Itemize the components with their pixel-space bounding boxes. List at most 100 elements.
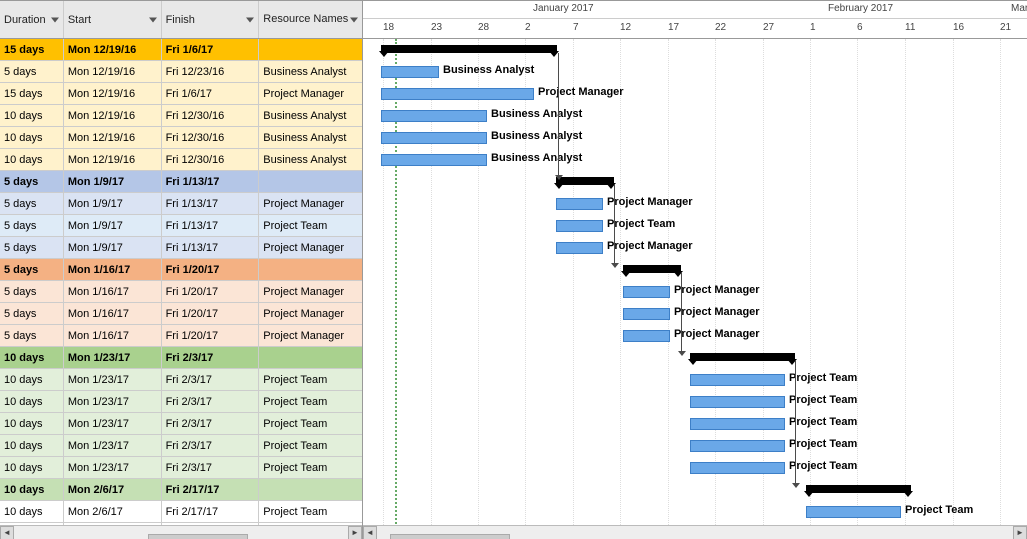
cell-duration[interactable]: 5 days: [0, 281, 64, 302]
cell-duration[interactable]: 10 days: [0, 127, 64, 148]
cell-start[interactable]: Mon 1/23/17: [64, 369, 162, 390]
cell-start[interactable]: Mon 2/6/17: [64, 501, 162, 522]
cell-resource[interactable]: [259, 479, 362, 500]
cell-finish[interactable]: Fri 2/3/17: [162, 457, 260, 478]
col-header-finish[interactable]: Finish: [162, 1, 260, 38]
cell-start[interactable]: Mon 1/23/17: [64, 413, 162, 434]
cell-start[interactable]: Mon 12/19/16: [64, 61, 162, 82]
gantt-task-bar[interactable]: [690, 396, 785, 408]
table-row[interactable]: 5 daysMon 1/9/17Fri 1/13/17Project Team: [0, 215, 362, 237]
table-row[interactable]: 5 daysMon 1/9/17Fri 1/13/17: [0, 171, 362, 193]
cell-finish[interactable]: Fri 2/17/17: [162, 479, 260, 500]
cell-duration[interactable]: 15 days: [0, 83, 64, 104]
col-header-start[interactable]: Start: [64, 1, 162, 38]
cell-finish[interactable]: Fri 1/20/17: [162, 325, 260, 346]
table-row[interactable]: 5 daysMon 1/9/17Fri 1/13/17Project Manag…: [0, 237, 362, 259]
cell-finish[interactable]: Fri 2/17/17: [162, 501, 260, 522]
cell-finish[interactable]: Fri 2/3/17: [162, 347, 260, 368]
gantt-task-bar[interactable]: [556, 220, 603, 232]
cell-finish[interactable]: Fri 1/20/17: [162, 259, 260, 280]
cell-resource[interactable]: Business Analyst: [259, 149, 362, 170]
cell-resource[interactable]: Project Manager: [259, 281, 362, 302]
table-row[interactable]: 15 daysMon 12/19/16Fri 1/6/17: [0, 39, 362, 61]
table-row[interactable]: 10 daysMon 1/23/17Fri 2/3/17Project Team: [0, 457, 362, 479]
cell-resource[interactable]: [259, 39, 362, 60]
cell-duration[interactable]: 10 days: [0, 501, 64, 522]
table-row[interactable]: 5 daysMon 1/16/17Fri 1/20/17Project Mana…: [0, 303, 362, 325]
gantt-horizontal-scrollbar[interactable]: ◄ ►: [363, 525, 1027, 539]
table-row[interactable]: 10 daysMon 1/23/17Fri 2/3/17: [0, 347, 362, 369]
table-row[interactable]: 5 daysMon 1/16/17Fri 1/20/17Project Mana…: [0, 281, 362, 303]
gantt-summary-bar[interactable]: [381, 45, 557, 53]
gantt-task-bar[interactable]: [690, 374, 785, 386]
cell-start[interactable]: Mon 1/23/17: [64, 457, 162, 478]
dropdown-icon[interactable]: [149, 17, 157, 22]
cell-start[interactable]: Mon 1/9/17: [64, 215, 162, 236]
cell-start[interactable]: Mon 1/16/17: [64, 325, 162, 346]
cell-resource[interactable]: Project Team: [259, 435, 362, 456]
table-row[interactable]: 10 daysMon 12/19/16Fri 12/30/16Business …: [0, 149, 362, 171]
cell-finish[interactable]: Fri 1/13/17: [162, 193, 260, 214]
table-row[interactable]: 10 daysMon 2/6/17Fri 2/17/17: [0, 479, 362, 501]
table-row[interactable]: 10 daysMon 12/19/16Fri 12/30/16Business …: [0, 127, 362, 149]
gantt-summary-bar[interactable]: [690, 353, 795, 361]
cell-finish[interactable]: Fri 2/3/17: [162, 413, 260, 434]
cell-finish[interactable]: Fri 2/3/17: [162, 369, 260, 390]
cell-resource[interactable]: [259, 347, 362, 368]
cell-resource[interactable]: [259, 171, 362, 192]
gantt-summary-bar[interactable]: [623, 265, 681, 273]
gantt-task-bar[interactable]: [381, 66, 439, 78]
cell-resource[interactable]: Business Analyst: [259, 127, 362, 148]
gantt-task-bar[interactable]: [381, 154, 487, 166]
cell-start[interactable]: Mon 1/23/17: [64, 347, 162, 368]
cell-start[interactable]: Mon 1/9/17: [64, 193, 162, 214]
table-row[interactable]: 10 daysMon 1/23/17Fri 2/3/17Project Team: [0, 391, 362, 413]
dropdown-icon[interactable]: [246, 17, 254, 22]
cell-duration[interactable]: 15 days: [0, 39, 64, 60]
cell-start[interactable]: Mon 12/19/16: [64, 105, 162, 126]
gantt-task-bar[interactable]: [381, 110, 487, 122]
cell-resource[interactable]: Project Manager: [259, 325, 362, 346]
cell-resource[interactable]: Project Manager: [259, 193, 362, 214]
cell-finish[interactable]: Fri 12/30/16: [162, 149, 260, 170]
cell-resource[interactable]: Project Team: [259, 369, 362, 390]
scroll-thumb[interactable]: [148, 534, 248, 539]
cell-finish[interactable]: Fri 1/20/17: [162, 281, 260, 302]
cell-start[interactable]: Mon 1/23/17: [64, 391, 162, 412]
cell-finish[interactable]: Fri 1/6/17: [162, 83, 260, 104]
cell-start[interactable]: Mon 1/16/17: [64, 303, 162, 324]
cell-finish[interactable]: Fri 1/13/17: [162, 215, 260, 236]
cell-duration[interactable]: 10 days: [0, 413, 64, 434]
cell-duration[interactable]: 5 days: [0, 325, 64, 346]
table-row[interactable]: 5 daysMon 1/9/17Fri 1/13/17Project Manag…: [0, 193, 362, 215]
col-header-duration[interactable]: Duration: [0, 1, 64, 38]
cell-resource[interactable]: Project Manager: [259, 83, 362, 104]
table-horizontal-scrollbar[interactable]: ◄ ►: [0, 525, 362, 539]
cell-duration[interactable]: 10 days: [0, 435, 64, 456]
cell-duration[interactable]: 5 days: [0, 303, 64, 324]
cell-duration[interactable]: 10 days: [0, 479, 64, 500]
cell-resource[interactable]: Project Team: [259, 413, 362, 434]
table-row[interactable]: 10 daysMon 1/23/17Fri 2/3/17Project Team: [0, 369, 362, 391]
table-row[interactable]: 10 daysMon 1/23/17Fri 2/3/17Project Team: [0, 435, 362, 457]
gantt-summary-bar[interactable]: [556, 177, 614, 185]
cell-duration[interactable]: 5 days: [0, 215, 64, 236]
scroll-right-button[interactable]: ►: [348, 526, 362, 539]
scroll-thumb[interactable]: [390, 534, 510, 539]
cell-resource[interactable]: Business Analyst: [259, 105, 362, 126]
cell-start[interactable]: Mon 1/9/17: [64, 171, 162, 192]
cell-start[interactable]: Mon 12/19/16: [64, 39, 162, 60]
cell-duration[interactable]: 5 days: [0, 193, 64, 214]
gantt-summary-bar[interactable]: [806, 485, 911, 493]
cell-finish[interactable]: Fri 12/30/16: [162, 127, 260, 148]
table-row[interactable]: 5 daysMon 1/16/17Fri 1/20/17: [0, 259, 362, 281]
table-row[interactable]: 10 daysMon 12/19/16Fri 12/30/16Business …: [0, 105, 362, 127]
cell-resource[interactable]: Project Manager: [259, 303, 362, 324]
cell-finish[interactable]: Fri 12/23/16: [162, 61, 260, 82]
scroll-left-button[interactable]: ◄: [363, 526, 377, 539]
cell-duration[interactable]: 10 days: [0, 105, 64, 126]
cell-start[interactable]: Mon 1/16/17: [64, 259, 162, 280]
cell-finish[interactable]: Fri 1/6/17: [162, 39, 260, 60]
cell-duration[interactable]: 5 days: [0, 171, 64, 192]
gantt-task-bar[interactable]: [806, 506, 901, 518]
